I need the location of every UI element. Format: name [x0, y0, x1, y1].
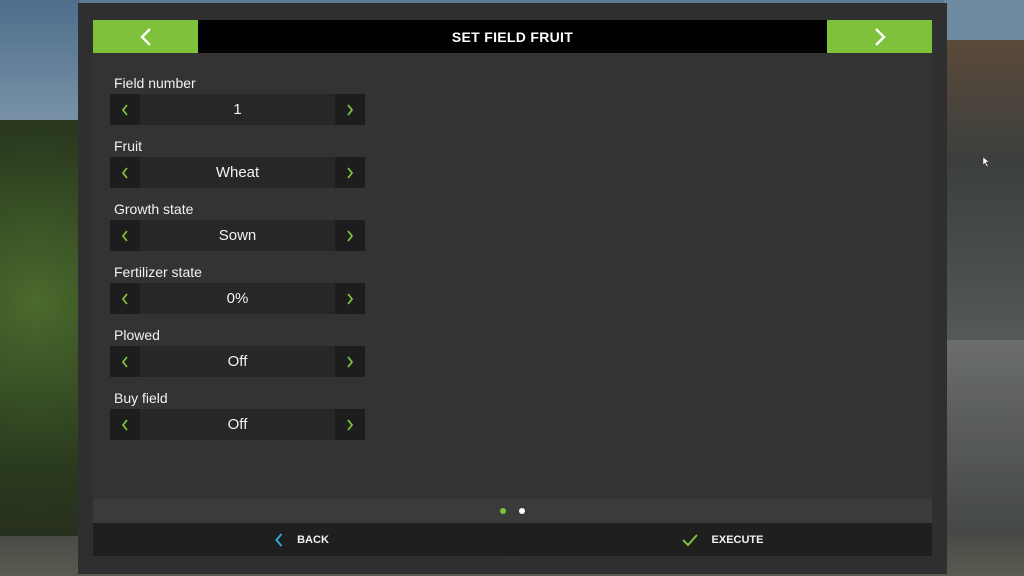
execute-button-label: EXECUTE — [711, 533, 764, 546]
fruit-value: Wheat — [140, 157, 335, 188]
background-sky-right — [944, 0, 1024, 40]
growth-state-value: Sown — [140, 220, 335, 251]
chevron-left-icon — [139, 27, 151, 46]
buy-field-value: Off — [140, 409, 335, 440]
plowed-setting: Plowed Off — [110, 324, 365, 377]
page-title: SET FIELD FRUIT — [451, 28, 574, 45]
plowed-label: Plowed — [114, 327, 160, 343]
fertilizer-state-setting: Fertilizer state 0% — [110, 261, 365, 314]
growth-state-stepper: Sown — [110, 220, 365, 251]
chevron-right-icon — [874, 27, 886, 46]
execute-button[interactable]: EXECUTE — [513, 523, 932, 556]
buy-field-stepper: Off — [110, 409, 365, 440]
previous-page-button[interactable] — [93, 20, 198, 53]
fertilizer-state-increase-button[interactable] — [335, 283, 365, 314]
field-number-label: Field number — [114, 75, 196, 91]
checkmark-icon — [681, 533, 698, 546]
page-dot-2[interactable] — [519, 508, 525, 514]
chevron-left-icon — [121, 292, 128, 305]
mouse-cursor-icon — [982, 156, 990, 168]
next-page-button[interactable] — [827, 20, 932, 53]
fruit-increase-button[interactable] — [335, 157, 365, 188]
background-sky-left — [0, 0, 80, 140]
buy-field-setting: Buy field Off — [110, 387, 365, 440]
fertilizer-state-value: 0% — [140, 283, 335, 314]
field-number-value: 1 — [140, 94, 335, 125]
background-building — [944, 40, 1024, 340]
plowed-increase-button[interactable] — [335, 346, 365, 377]
buy-field-decrease-button[interactable] — [110, 409, 140, 440]
fertilizer-state-stepper: 0% — [110, 283, 365, 314]
fruit-setting: Fruit Wheat — [110, 135, 365, 188]
background-tree — [0, 120, 90, 576]
growth-state-setting: Growth state Sown — [110, 198, 365, 251]
growth-state-increase-button[interactable] — [335, 220, 365, 251]
chevron-left-icon — [121, 355, 128, 368]
back-button-label: BACK — [297, 533, 329, 546]
field-number-stepper: 1 — [110, 94, 365, 125]
fruit-label: Fruit — [114, 138, 142, 154]
chevron-right-icon — [347, 355, 354, 368]
chevron-right-icon — [347, 166, 354, 179]
field-number-setting: Field number 1 — [110, 72, 365, 125]
chevron-left-icon — [275, 532, 283, 547]
chevron-left-icon — [121, 166, 128, 179]
fruit-decrease-button[interactable] — [110, 157, 140, 188]
back-button[interactable]: BACK — [93, 523, 511, 556]
field-number-decrease-button[interactable] — [110, 94, 140, 125]
plowed-decrease-button[interactable] — [110, 346, 140, 377]
chevron-left-icon — [121, 103, 128, 116]
field-number-increase-button[interactable] — [335, 94, 365, 125]
chevron-right-icon — [347, 418, 354, 431]
chevron-right-icon — [347, 292, 354, 305]
chevron-right-icon — [347, 229, 354, 242]
plowed-value: Off — [140, 346, 335, 377]
growth-state-label: Growth state — [114, 201, 194, 217]
fertilizer-state-decrease-button[interactable] — [110, 283, 140, 314]
buy-field-increase-button[interactable] — [335, 409, 365, 440]
chevron-left-icon — [121, 229, 128, 242]
page-dot-1-active[interactable] — [500, 508, 506, 514]
buy-field-label: Buy field — [114, 390, 168, 406]
fruit-stepper: Wheat — [110, 157, 365, 188]
page-indicator — [93, 499, 932, 523]
chevron-right-icon — [347, 103, 354, 116]
chevron-left-icon — [121, 418, 128, 431]
plowed-stepper: Off — [110, 346, 365, 377]
growth-state-decrease-button[interactable] — [110, 220, 140, 251]
fertilizer-state-label: Fertilizer state — [114, 264, 202, 280]
